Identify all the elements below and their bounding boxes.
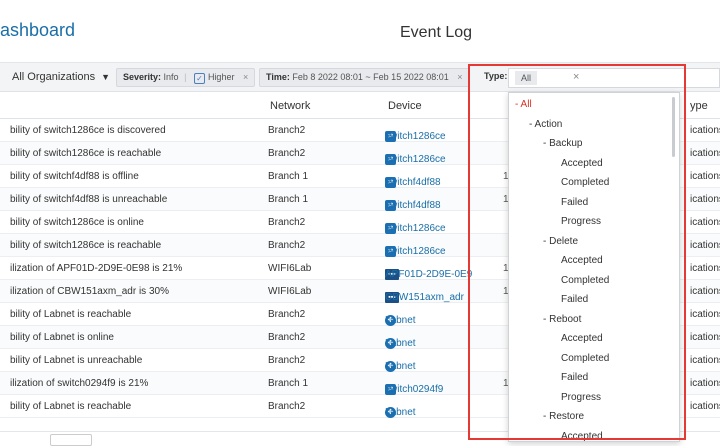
column-network[interactable]: Network <box>270 100 310 112</box>
event-type: ications/F <box>690 125 720 136</box>
device-name: Labnet <box>385 315 416 326</box>
device-name: CBW151axm_adr <box>385 292 464 303</box>
event-network: Branch 1 <box>268 194 309 205</box>
dropdown-item[interactable]: Completed <box>561 353 609 364</box>
app-title[interactable]: ashboard <box>0 20 75 41</box>
page-title: Event Log <box>400 24 473 41</box>
device-name: switch1286ce <box>385 154 446 165</box>
dropdown-item[interactable]: Accepted <box>561 158 603 169</box>
device-name: Labnet <box>385 407 416 418</box>
event-message: bility of Labnet is reachable <box>10 309 132 320</box>
dropdown-item[interactable]: - All <box>515 99 532 110</box>
column-device[interactable]: Device <box>388 100 422 112</box>
dropdown-item[interactable]: Completed <box>561 177 609 188</box>
separator: | <box>184 72 187 82</box>
event-message: bility of switch1286ce is discovered <box>10 125 166 136</box>
device-name: switch1286ce <box>385 246 446 257</box>
event-network: Branch 1 <box>268 171 309 182</box>
event-message: ilization of APF01D-2D9E-0E98 is 21% <box>10 263 183 274</box>
device-name: switchf4df88 <box>385 177 441 188</box>
device-name: switch1286ce <box>385 131 446 142</box>
dropdown-item[interactable]: Progress <box>561 392 601 403</box>
severity-filter-chip[interactable]: Severity: Info | ✓ Higher × <box>116 68 256 87</box>
dropdown-item[interactable]: Failed <box>561 372 588 383</box>
event-message: bility of switchf4df88 is offline <box>10 171 139 182</box>
dropdown-item[interactable]: Accepted <box>561 255 603 266</box>
dropdown-item[interactable]: - Reboot <box>543 314 581 325</box>
event-network: Branch2 <box>268 332 306 343</box>
device-name: switchf4df88 <box>385 200 441 211</box>
dropdown-item[interactable]: Completed <box>561 275 609 286</box>
event-type: ications/F <box>690 332 720 343</box>
column-type[interactable]: ype <box>690 100 708 112</box>
event-type: ications/F <box>690 148 720 159</box>
org-selector[interactable]: All Organizations ▼ <box>12 71 110 83</box>
event-network: WIFI6Lab <box>268 286 312 297</box>
event-network: Branch2 <box>268 125 306 136</box>
dropdown-item[interactable]: - Delete <box>543 236 578 247</box>
close-icon[interactable]: × <box>457 72 462 82</box>
chevron-down-icon: ▼ <box>101 72 111 82</box>
event-network: WIFI6Lab <box>268 263 312 274</box>
event-network: Branch2 <box>268 401 306 412</box>
close-icon[interactable]: × <box>243 72 248 82</box>
event-message: bility of Labnet is online <box>10 332 114 343</box>
dropdown-item[interactable]: Failed <box>561 294 588 305</box>
event-type: ications/F <box>690 401 720 412</box>
dropdown-item[interactable]: - Backup <box>543 138 582 149</box>
time-label: Time: <box>266 72 290 82</box>
event-type: ications/F <box>690 240 720 251</box>
event-message: bility of switchf4df88 is unreachable <box>10 194 168 205</box>
severity-value: Info <box>163 72 179 82</box>
event-type: ications/H <box>690 263 720 274</box>
event-message: ilization of CBW151axm_adr is 30% <box>10 286 169 297</box>
severity-label: Severity: <box>123 72 162 82</box>
type-filter-input[interactable]: All × <box>508 68 720 88</box>
org-label: All Organizations <box>12 71 96 83</box>
device-name: Labnet <box>385 361 416 372</box>
event-type: ications/F <box>690 355 720 366</box>
event-type: ications/F <box>690 217 720 228</box>
event-message: bility of Labnet is reachable <box>10 401 132 412</box>
device-name: Labnet <box>385 338 416 349</box>
device-name: switch0294f9 <box>385 384 444 395</box>
event-type: ications/H <box>690 378 720 389</box>
event-network: Branch2 <box>268 309 306 320</box>
event-message: bility of Labnet is unreachable <box>10 355 143 366</box>
event-message: bility of switch1286ce is online <box>10 217 144 228</box>
type-label: Type: <box>484 71 508 81</box>
dropdown-item[interactable]: - Restore <box>543 411 584 422</box>
clear-icon[interactable]: × <box>573 71 579 83</box>
event-message: bility of switch1286ce is reachable <box>10 148 162 159</box>
scrollbar[interactable] <box>672 97 675 157</box>
type-value-chip[interactable]: All <box>515 71 538 85</box>
dropdown-item[interactable]: Progress <box>561 216 601 227</box>
device-name: switch1286ce <box>385 223 446 234</box>
event-type: ications/H <box>690 286 720 297</box>
event-network: Branch2 <box>268 240 306 251</box>
time-value: Feb 8 2022 08:01 ~ Feb 15 2022 08:01 <box>292 72 449 82</box>
dropdown-item[interactable]: - Action <box>529 119 562 130</box>
dropdown-item[interactable]: Failed <box>561 197 588 208</box>
event-message: bility of switch1286ce is reachable <box>10 240 162 251</box>
event-type: ications/F <box>690 194 720 205</box>
checkbox-icon[interactable]: ✓ <box>193 73 205 84</box>
time-filter-chip[interactable]: Time: Feb 8 2022 08:01 ~ Feb 15 2022 08:… <box>259 68 470 87</box>
event-network: Branch2 <box>268 355 306 366</box>
severity-higher-label: Higher <box>207 72 235 82</box>
event-type: ications/F <box>690 309 720 320</box>
event-network: Branch2 <box>268 217 306 228</box>
type-dropdown-menu: - All - Action - Backup Accepted Completed Fa… <box>508 92 680 442</box>
device-name: APF01D-2D9E-0E9 <box>385 269 473 280</box>
event-message: ilization of switch0294f9 is 21% <box>10 378 149 389</box>
event-type: ications/F <box>690 171 720 182</box>
event-network: Branch2 <box>268 148 306 159</box>
event-network: Branch 1 <box>268 378 309 389</box>
app-header: ashboard Event Log <box>0 0 720 63</box>
filter-bar: All Organizations ▼ Severity: Info | ✓ Hig… <box>0 63 720 92</box>
dropdown-item[interactable]: Accepted <box>561 333 603 344</box>
page-size-select[interactable] <box>50 434 92 446</box>
